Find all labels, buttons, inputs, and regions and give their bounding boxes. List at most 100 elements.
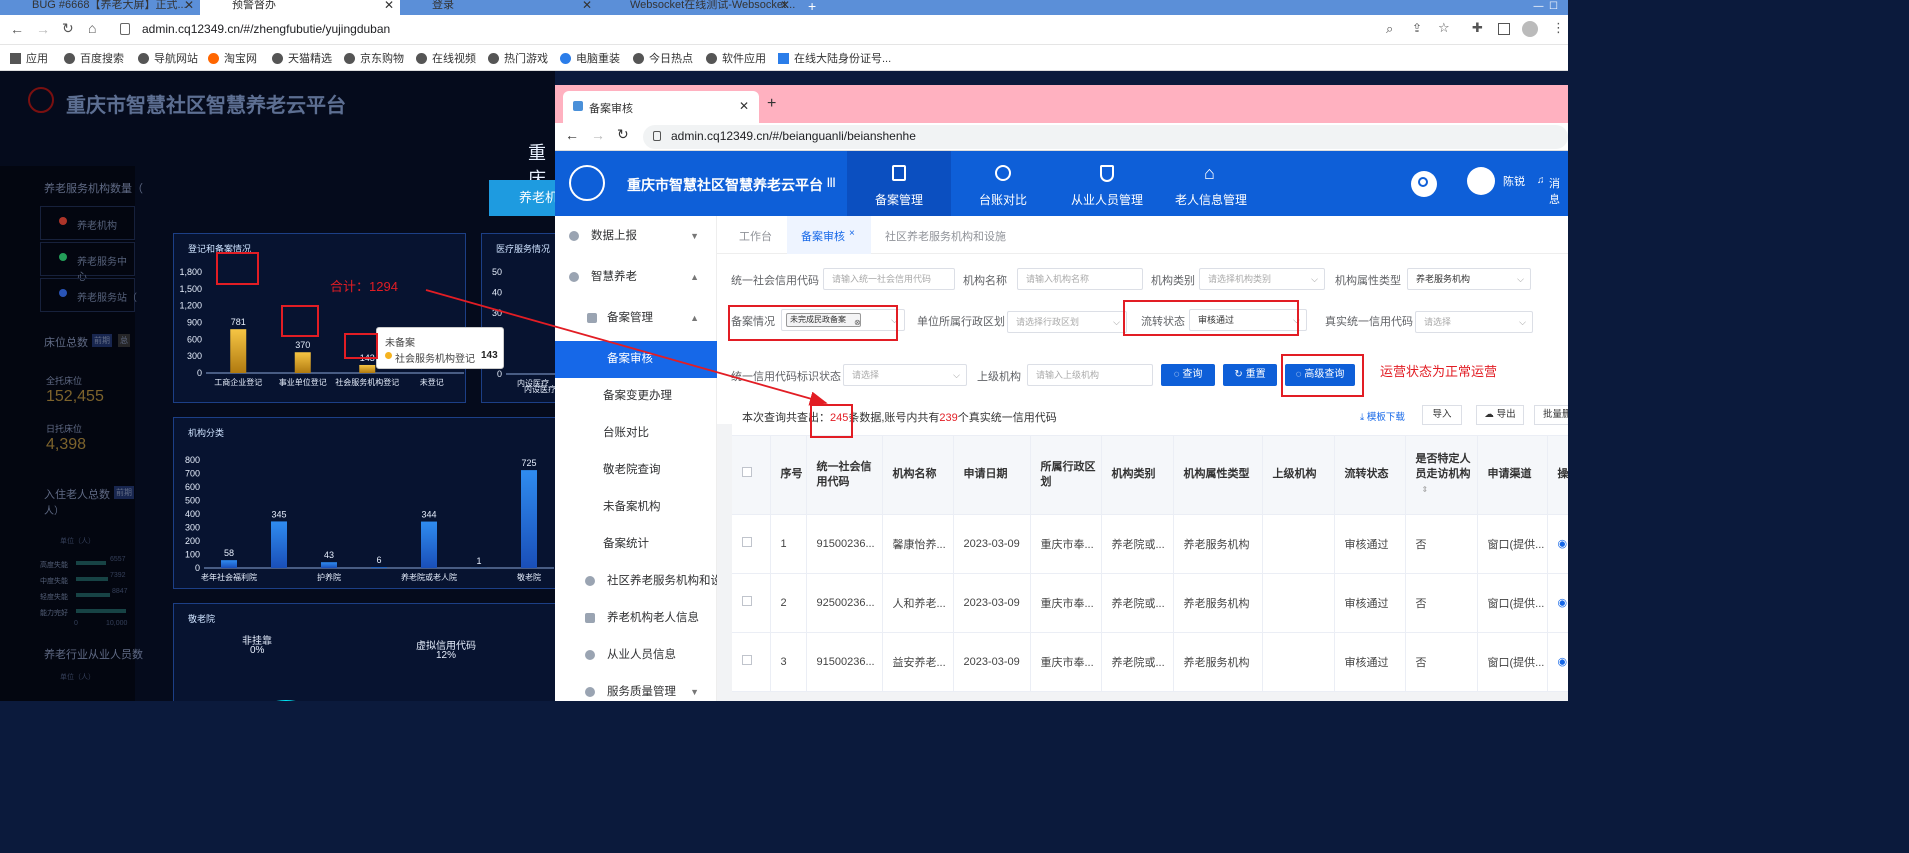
bookmark-taobao[interactable]: 淘宝网 — [208, 50, 257, 66]
forward-icon[interactable]: → — [36, 21, 50, 37]
region-select[interactable]: 请选择行政区划 ⌵ — [1007, 311, 1127, 333]
sidebar-item-elderly-info[interactable]: 养老机构老人信息 — [555, 600, 717, 637]
sidebar-item-ledger[interactable]: 台账对比 — [555, 415, 717, 452]
residents-tag[interactable]: 前期 — [114, 486, 134, 499]
bookmark-news[interactable]: 今日热点 — [633, 50, 693, 66]
template-download-link[interactable]: ⤓ 模板下载 — [1360, 409, 1405, 423]
close-icon[interactable]: × — [849, 228, 855, 239]
select-all-checkbox[interactable] — [732, 436, 771, 515]
bed-tag[interactable]: 前期 — [92, 334, 112, 347]
zoom-icon[interactable]: ⌕ — [1386, 21, 1393, 37]
tab-bug[interactable]: BUG #6668【养老大屏】正式... ✕ — [0, 0, 200, 15]
bookmark-reinstall[interactable]: 电脑重装 — [560, 50, 620, 66]
import-button[interactable]: 导入 — [1422, 405, 1462, 425]
sidebar-item-smart-elderly[interactable]: 智慧养老 ▲ — [555, 259, 717, 296]
column-header-sortable[interactable]: 是否特定人员走访机构 ⇕ — [1405, 436, 1478, 515]
home-icon[interactable]: ⌂ — [88, 20, 96, 36]
back-icon[interactable]: ← — [10, 21, 24, 37]
sidebar-item-record-mgmt[interactable]: 备案管理 ▲ — [555, 300, 717, 337]
close-icon[interactable]: ✕ — [739, 99, 749, 113]
sidebar-item-unrecorded[interactable]: 未备案机构 — [555, 489, 717, 526]
nav-record-management[interactable]: 备案管理 — [847, 151, 951, 216]
sidebar-item-community[interactable]: 社区养老服务机构和设施 — [555, 563, 717, 600]
bookmark-baidu[interactable]: 百度搜索 — [64, 50, 124, 66]
tab-record-review[interactable]: 备案审核 × — [787, 216, 871, 254]
sidebar-item-nursing-query[interactable]: 敬老院查询 — [555, 452, 717, 489]
collapse-icon[interactable]: ||| — [827, 177, 835, 188]
code-select[interactable]: 请选择 ⌵ — [843, 364, 967, 386]
close-icon[interactable]: ✕ — [384, 0, 394, 11]
user-name[interactable]: 陈锐 — [1503, 173, 1525, 189]
name-input[interactable]: 请输入机构名称 — [1017, 268, 1143, 290]
bookmark-games[interactable]: 热门游戏 — [488, 50, 548, 66]
nav-staff[interactable]: 从业人员管理 — [1055, 151, 1159, 216]
forward-icon[interactable]: → — [591, 127, 605, 143]
sidebar-item-record-change[interactable]: 备案变更办理 — [555, 378, 717, 415]
search-button[interactable] — [1411, 171, 1437, 197]
bookmark-software[interactable]: 软件应用 — [706, 50, 766, 66]
apps-bookmark[interactable]: 应用 — [10, 50, 48, 66]
nav-elderly-info[interactable]: ⌂ 老人信息管理 — [1159, 151, 1263, 216]
sidebar-item-service-quality[interactable]: 服务质量管理 ▼ — [555, 674, 717, 701]
inner-tab[interactable]: 备案审核 ✕ — [563, 91, 759, 123]
row-checkbox[interactable] — [732, 632, 771, 692]
bookmark-idcard[interactable]: 在线大陆身份证号... — [778, 50, 891, 66]
url-text[interactable]: admin.cq12349.cn/#/zhengfubutie/yujingdu… — [142, 22, 390, 36]
bookmark-nav[interactable]: 导航网站 — [138, 50, 198, 66]
row-checkbox[interactable] — [732, 573, 771, 633]
message-link[interactable]: 消息 — [1549, 175, 1568, 207]
sort-icon[interactable]: ⇕ — [1416, 482, 1477, 497]
bell-icon[interactable]: ♫ — [1537, 175, 1545, 186]
bookmark-jd[interactable]: 京东购物 — [344, 50, 404, 66]
bookmark-tmall[interactable]: 天猫精选 — [272, 50, 332, 66]
nav-ledger-compare[interactable]: 台账对比 — [951, 151, 1055, 216]
extensions-icon[interactable]: ✚ — [1472, 20, 1483, 36]
view-icon[interactable]: ◉ — [1547, 573, 1568, 633]
bookmark-video[interactable]: 在线视频 — [416, 50, 476, 66]
view-icon[interactable]: ◉ — [1547, 514, 1568, 574]
table-row[interactable]: 1 91500236... 馨康怡养... 2023-03-09 重庆市奉... 养老院或… — [732, 514, 1568, 574]
reload-icon[interactable]: ↻ — [617, 126, 629, 143]
attr-label: 机构属性类型 — [1335, 275, 1401, 287]
new-tab-button[interactable]: + — [800, 0, 830, 15]
table-row[interactable]: 3 91500236... 益安养老... 2023-03-09 重庆市奉... 养老院或… — [732, 632, 1568, 692]
window-controls-icon[interactable]: — ☐ — [1533, 1, 1558, 12]
parent-input[interactable]: 请输入上级机构 — [1027, 364, 1153, 386]
sidepanel-icon[interactable] — [1498, 23, 1510, 35]
tab-workbench[interactable]: 工作台 — [739, 228, 772, 244]
reload-icon[interactable]: ↻ — [62, 20, 74, 37]
back-icon[interactable]: ← — [565, 127, 579, 143]
sidebar-item-record-review[interactable]: 备案审核 — [555, 341, 717, 378]
share-icon[interactable]: ⇪ — [1412, 21, 1422, 35]
url-box[interactable]: admin.cq12349.cn/#/beianguanli/beianshen… — [643, 125, 1568, 149]
table-row[interactable]: 2 92500236... 人和养老... 2023-03-09 重庆市奉... 养老院或… — [732, 573, 1568, 633]
tab-community[interactable]: 社区养老服务机构和设施 — [885, 228, 1006, 244]
sidebar-item-staff-info[interactable]: 从业人员信息 — [555, 637, 717, 674]
close-icon[interactable]: ✕ — [780, 0, 790, 11]
star-icon[interactable]: ☆ — [1438, 20, 1450, 36]
batch-delete-button[interactable]: 批量删 — [1534, 405, 1568, 425]
center-button[interactable]: 养老机 — [489, 180, 555, 216]
credit-input[interactable]: 请输入统一社会信用代码 — [823, 268, 955, 290]
tab-warning[interactable]: 预警督办 ✕ — [200, 0, 400, 15]
close-icon[interactable]: ✕ — [582, 0, 592, 11]
query-button[interactable]: ◌ 查询 — [1161, 364, 1215, 386]
export-button[interactable]: ☁ 导出 — [1476, 405, 1524, 425]
attr-select[interactable]: 养老服务机构 ⌵ — [1407, 268, 1531, 290]
reset-button[interactable]: ↻ 重置 — [1223, 364, 1277, 386]
sidebar-item-data-report[interactable]: 数据上报 ▼ — [555, 218, 717, 255]
tab-login[interactable]: 登录 ✕ — [400, 0, 598, 15]
y-tick-label: 0 — [497, 369, 502, 379]
menu-icon[interactable]: ⋮ — [1552, 20, 1565, 36]
row-checkbox[interactable] — [732, 514, 771, 574]
bed-tag[interactable]: 总 — [118, 334, 130, 347]
new-tab-icon[interactable]: + — [767, 95, 776, 113]
tab-websocket[interactable]: Websocket在线测试-Websocket... ✕ — [598, 0, 796, 15]
avatar[interactable] — [1467, 167, 1495, 195]
profile-icon[interactable] — [1522, 21, 1538, 37]
real-select[interactable]: 请选择 ⌵ — [1415, 311, 1533, 333]
sidebar-item-record-stats[interactable]: 备案统计 — [555, 526, 717, 563]
view-icon[interactable]: ◉ — [1547, 632, 1568, 692]
close-icon[interactable]: ✕ — [184, 0, 194, 11]
type-select[interactable]: 请选择机构类别 ⌵ — [1199, 268, 1325, 290]
